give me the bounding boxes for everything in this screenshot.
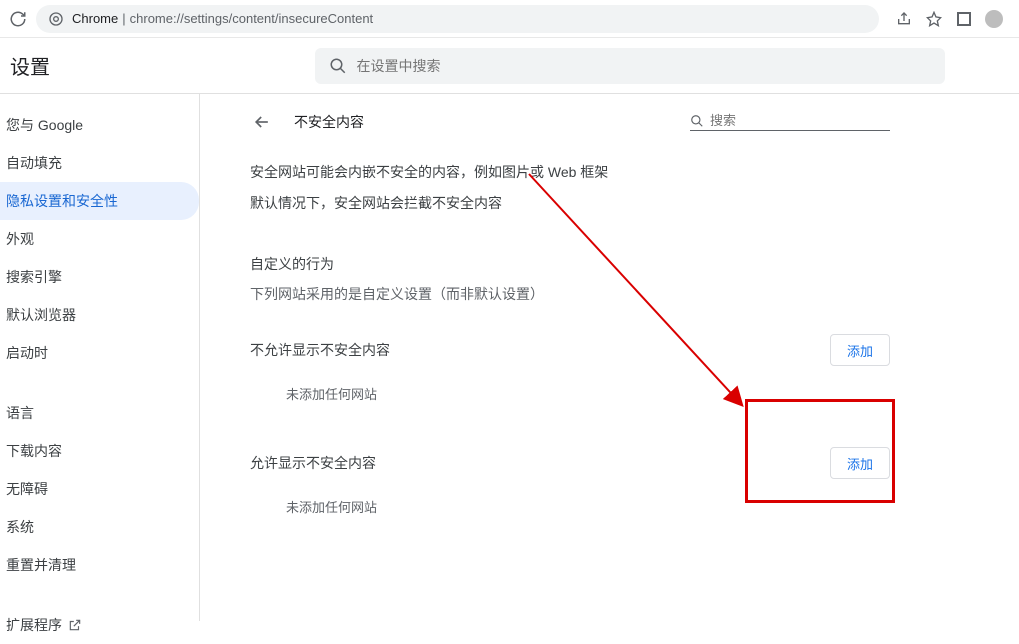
sidebar-item-reset[interactable]: 重置并清理 — [0, 546, 199, 584]
sidebar-item-you-and-google[interactable]: 您与 Google — [0, 106, 199, 144]
reload-icon[interactable] — [8, 9, 28, 29]
sidebar-item-label: 自动填充 — [6, 153, 62, 173]
main-content: 您与 Google 自动填充 隐私设置和安全性 外观 搜索引擎 默认浏览器 启动… — [0, 94, 1019, 621]
sidebar-item-appearance[interactable]: 外观 — [0, 220, 199, 258]
sidebar-item-search-engine[interactable]: 搜索引擎 — [0, 258, 199, 296]
omnibox[interactable]: Chrome | chrome://settings/content/insec… — [36, 5, 879, 33]
add-button-label: 添加 — [847, 454, 873, 473]
annotation-arrow — [525, 170, 765, 415]
chrome-icon — [48, 11, 64, 27]
sidebar-item-label: 您与 Google — [6, 115, 83, 135]
allow-row: 允许显示不安全内容 添加 — [250, 447, 890, 479]
allow-empty-text: 未添加任何网站 — [250, 497, 890, 516]
sidebar-item-label: 语言 — [6, 403, 34, 423]
settings-search-input[interactable] — [357, 58, 931, 74]
settings-header: 设置 — [0, 38, 1019, 94]
block-label: 不允许显示不安全内容 — [250, 340, 390, 360]
page-title: 设置 — [0, 51, 240, 80]
sidebar-item-on-startup[interactable]: 启动时 — [0, 334, 199, 372]
add-block-site-button[interactable]: 添加 — [830, 334, 890, 366]
search-icon — [690, 114, 704, 128]
sidebar-item-default-browser[interactable]: 默认浏览器 — [0, 296, 199, 334]
url-separator: | — [122, 11, 125, 26]
sidebar: 您与 Google 自动填充 隐私设置和安全性 外观 搜索引擎 默认浏览器 启动… — [0, 94, 200, 621]
back-button[interactable] — [250, 110, 274, 134]
url-path: chrome://settings/content/insecureConten… — [130, 11, 374, 26]
sidebar-item-label: 启动时 — [6, 343, 48, 363]
sidebar-item-autofill[interactable]: 自动填充 — [0, 144, 199, 182]
star-icon[interactable] — [925, 10, 943, 28]
add-allow-site-button[interactable]: 添加 — [830, 447, 890, 479]
sidebar-item-label: 默认浏览器 — [6, 305, 76, 325]
content-search-input[interactable] — [710, 113, 890, 128]
sidebar-item-extensions[interactable]: 扩展程序 — [0, 606, 199, 644]
sidebar-item-accessibility[interactable]: 无障碍 — [0, 470, 199, 508]
sidebar-item-label: 系统 — [6, 517, 34, 537]
panel-icon[interactable] — [955, 10, 973, 28]
sidebar-item-label: 扩展程序 — [6, 615, 62, 635]
header-search-wrap — [240, 48, 1019, 84]
sidebar-item-downloads[interactable]: 下载内容 — [0, 432, 199, 470]
share-icon[interactable] — [895, 10, 913, 28]
sidebar-item-label: 无障碍 — [6, 479, 48, 499]
content-header: 不安全内容 — [250, 110, 890, 134]
toolbar-actions — [887, 10, 1011, 28]
allow-label: 允许显示不安全内容 — [250, 453, 376, 473]
sidebar-item-languages[interactable]: 语言 — [0, 394, 199, 432]
sidebar-item-label: 搜索引擎 — [6, 267, 62, 287]
add-button-label: 添加 — [847, 341, 873, 360]
settings-search[interactable] — [315, 48, 945, 84]
profile-avatar[interactable] — [985, 10, 1003, 28]
sidebar-item-label: 外观 — [6, 229, 34, 249]
sidebar-item-system[interactable]: 系统 — [0, 508, 199, 546]
sidebar-item-privacy-security[interactable]: 隐私设置和安全性 — [0, 182, 199, 220]
content-search[interactable] — [690, 113, 890, 131]
section-title: 不安全内容 — [294, 112, 364, 132]
search-icon — [329, 57, 347, 75]
url-scheme: Chrome — [72, 11, 118, 26]
external-link-icon — [68, 618, 82, 632]
sidebar-item-label: 重置并清理 — [6, 555, 76, 575]
sidebar-item-label: 下载内容 — [6, 441, 62, 461]
sidebar-item-label: 隐私设置和安全性 — [6, 191, 118, 211]
browser-toolbar: Chrome | chrome://settings/content/insec… — [0, 0, 1019, 38]
